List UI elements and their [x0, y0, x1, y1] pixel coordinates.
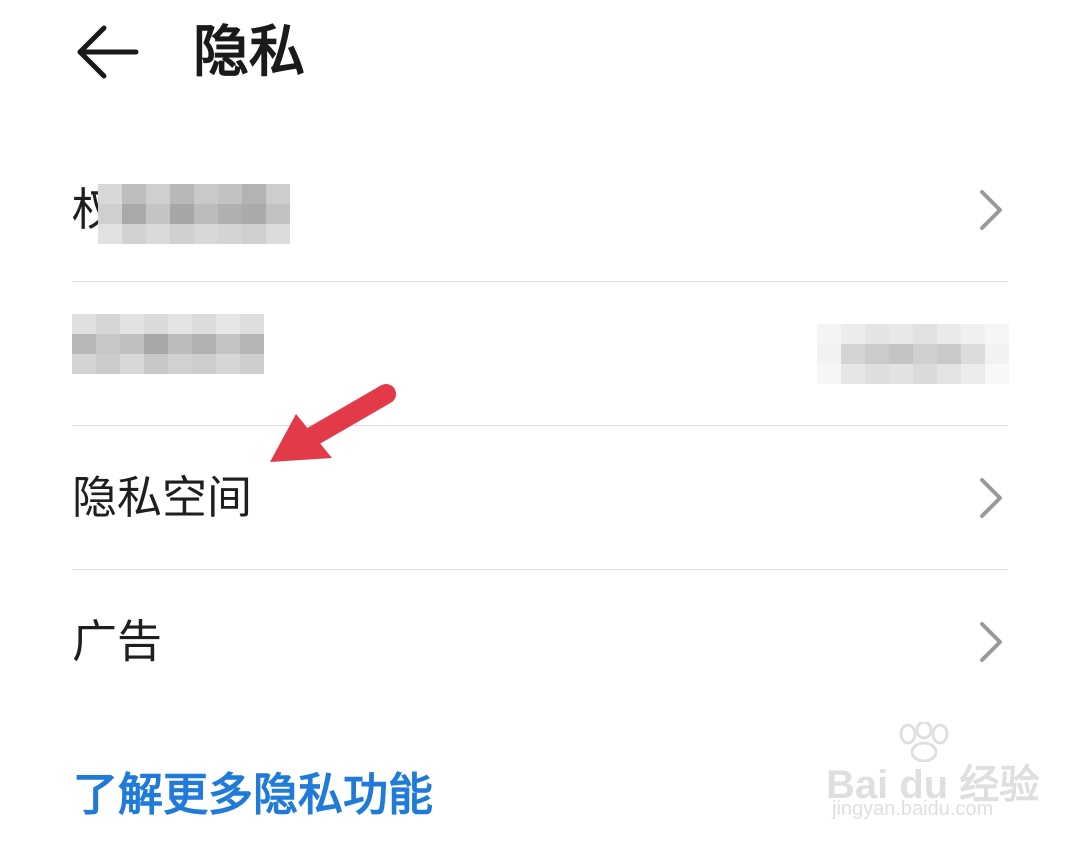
chevron-right-icon [980, 622, 1002, 662]
chevron-right-icon [980, 190, 1002, 230]
list-item-label: 广告 [72, 615, 163, 668]
pixelated-redaction [98, 184, 290, 244]
watermark-url: jingyan.baidu.com [832, 798, 994, 820]
pixelated-redaction [72, 314, 264, 374]
list-item-label: 隐私空间 [72, 471, 253, 524]
chevron-right-icon [980, 478, 1002, 518]
list-item-obscured[interactable] [72, 282, 1009, 426]
list-item-permissions[interactable]: 权 [72, 138, 1008, 282]
list-item-ads[interactable]: 广告 [72, 570, 1008, 713]
pixelated-redaction [817, 324, 1009, 384]
settings-list: 权 隐私空间 广告 [72, 138, 1009, 713]
page-title: 隐私 [193, 20, 305, 85]
baidu-jingyan-watermark: Bai du 经验 jingyan.baidu.com [826, 722, 1039, 832]
red-annotation-arrow-icon [270, 384, 396, 462]
back-button[interactable] [70, 22, 146, 82]
list-item-private-space[interactable]: 隐私空间 [72, 426, 1008, 570]
app-header: 隐私 [0, 0, 1080, 110]
learn-more-privacy-link[interactable]: 了解更多隐私功能 [73, 762, 433, 828]
arrow-left-icon [77, 25, 139, 79]
